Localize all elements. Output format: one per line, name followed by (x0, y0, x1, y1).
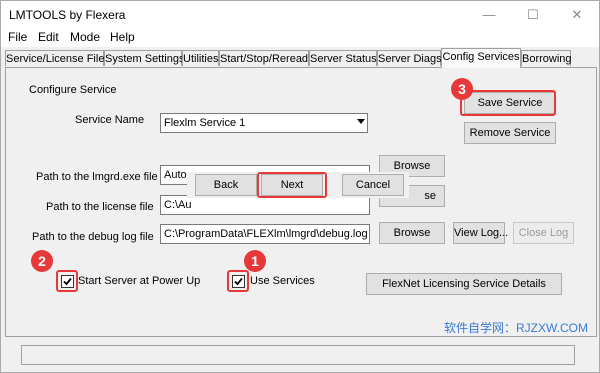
menu-mode[interactable]: Mode (70, 30, 100, 44)
close-log-button[interactable]: Close Log (513, 222, 574, 244)
start-at-power-up-label: Start Server at Power Up (78, 275, 201, 287)
flexnet-service-details-button[interactable]: FlexNet Licensing Service Details (366, 273, 562, 295)
tab-system-settings[interactable]: System Settings (104, 50, 184, 66)
status-bar (21, 345, 575, 365)
menu-help[interactable]: Help (110, 30, 135, 44)
tab-strip: Service/License File System Settings Uti… (1, 48, 599, 68)
service-name-value: Flexlm Service 1 (164, 117, 246, 129)
remove-service-button[interactable]: Remove Service (464, 122, 556, 144)
debug-log-path-label: Path to the debug log file (32, 231, 154, 243)
menu-edit[interactable]: Edit (38, 30, 59, 44)
view-log-button[interactable]: View Log... (453, 222, 508, 244)
highlight-start-at-power-up (56, 270, 78, 292)
debug-log-path-input[interactable]: C:\ProgramData\FLEXlm\lmgrd\debug.log (160, 224, 370, 244)
step-badge-3: 3 (451, 78, 473, 100)
close-window-button[interactable]: ✕ (555, 1, 599, 28)
tab-server-status[interactable]: Server Status (309, 50, 377, 66)
step-badge-1: 1 (244, 250, 266, 272)
maximize-button[interactable]: ☐ (511, 1, 555, 28)
highlight-use-services (227, 270, 249, 292)
tab-server-diags[interactable]: Server Diags (377, 50, 442, 66)
browse-debug-log-button[interactable]: Browse (379, 222, 445, 244)
service-name-select[interactable]: Flexlm Service 1 (160, 113, 368, 133)
tab-service-license-file[interactable]: Service/License File (5, 50, 104, 66)
use-services-label: Use Services (250, 275, 315, 287)
highlight-next (257, 172, 327, 198)
configure-service-heading: Configure Service (29, 84, 117, 96)
tab-utilities[interactable]: Utilities (182, 50, 219, 66)
minimize-button[interactable]: — (467, 1, 511, 28)
license-path-label: Path to the license file (46, 201, 154, 213)
lmtools-window: LMTOOLS by Flexera — ☐ ✕ File Edit Mode … (0, 0, 600, 373)
tab-borrowing[interactable]: Borrowing (521, 50, 572, 66)
tab-start-stop-reread[interactable]: Start/Stop/Reread (219, 50, 309, 66)
menu-file[interactable]: File (8, 30, 27, 44)
window-title: LMTOOLS by Flexera (9, 8, 126, 22)
lmgrd-path-label: Path to the lmgrd.exe file (36, 171, 158, 183)
step-badge-2: 2 (31, 250, 53, 272)
highlight-save-service (460, 90, 556, 116)
title-bar: LMTOOLS by Flexera — ☐ ✕ (1, 1, 599, 28)
watermark-text: 软件自学网：RJZXW.COM (444, 321, 588, 335)
license-path-input[interactable]: C:\Au (160, 195, 370, 215)
back-button[interactable]: Back (195, 174, 257, 196)
cancel-button[interactable]: Cancel (342, 174, 404, 196)
chevron-down-icon (357, 119, 365, 124)
tab-config-services[interactable]: Config Services (441, 48, 521, 68)
service-name-label: Service Name (75, 114, 145, 126)
menu-bar: File Edit Mode Help (1, 28, 599, 47)
